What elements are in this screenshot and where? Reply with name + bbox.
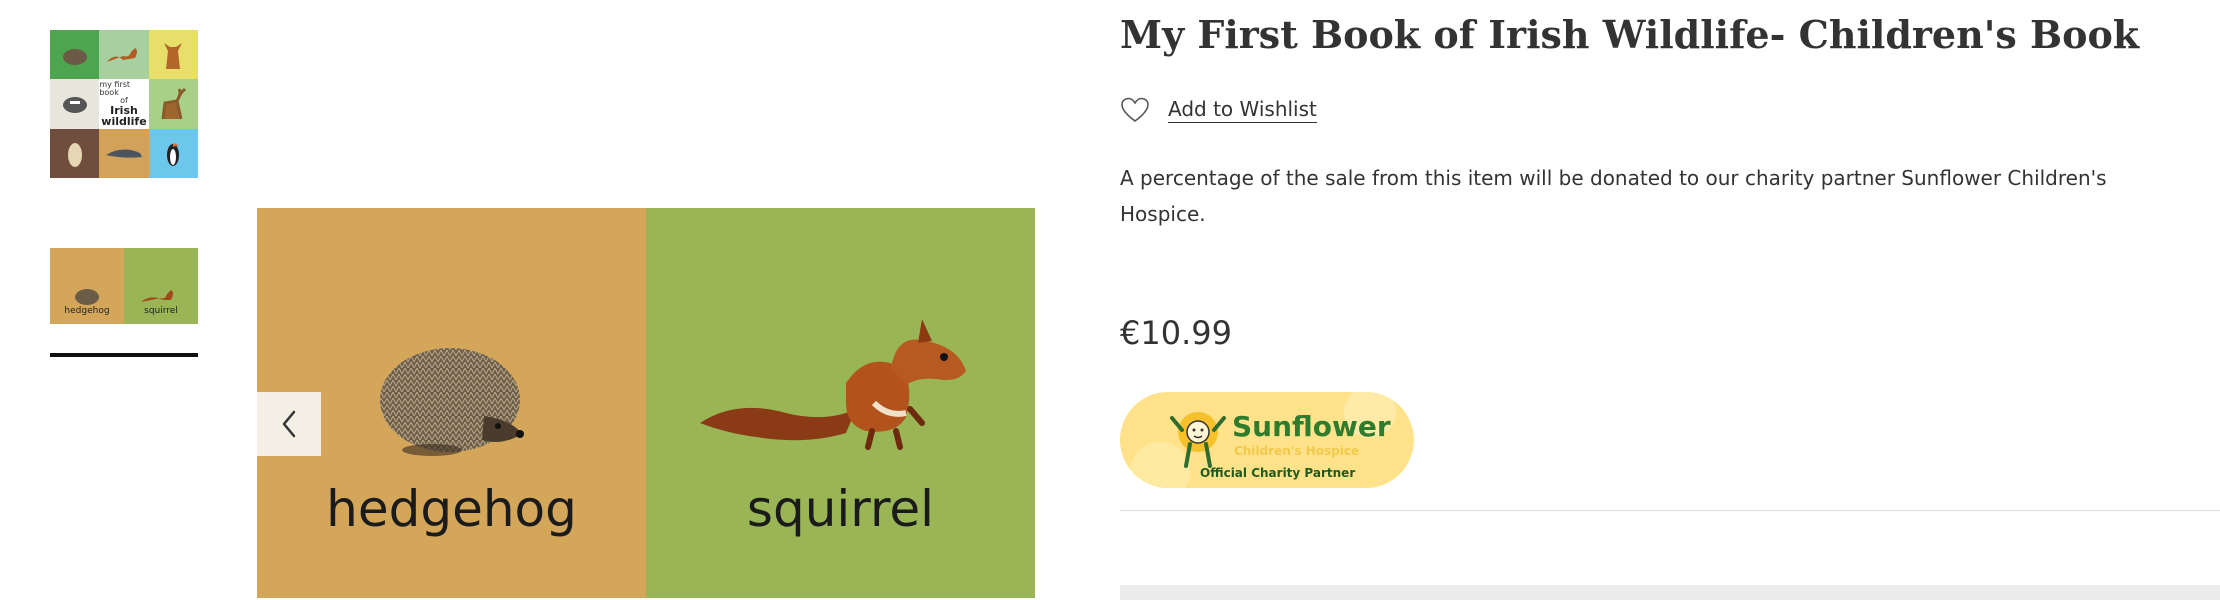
squirrel-panel: squirrel (646, 208, 1035, 598)
cover-title-tile: my first book of Irish wildlife (99, 79, 149, 129)
wishlist-label[interactable]: Add to Wishlist (1168, 97, 1317, 123)
heart-outline-icon (1121, 97, 1149, 122)
active-thumbnail-indicator (50, 353, 198, 357)
next-section-box (1120, 585, 2220, 600)
cover-small-text: my first book (99, 79, 131, 97)
cover-tile (50, 128, 100, 178)
cover-tile (148, 30, 198, 80)
section-divider (1120, 510, 2220, 511)
product-title: My First Book of Irish Wildlife- Childre… (1120, 12, 2140, 57)
previous-image-button[interactable] (257, 392, 321, 456)
thumbnail-spread[interactable]: hedgehog squirrel (50, 248, 198, 324)
thumbnail-cover[interactable]: my first book of Irish wildlife (50, 30, 198, 178)
cover-tile (50, 79, 100, 129)
hedgehog-illustration (380, 348, 524, 456)
cover-image: my first book of Irish wildlife (50, 30, 198, 178)
badge-brand: Sunflower (1232, 410, 1391, 443)
add-to-wishlist-button[interactable]: Add to Wishlist (1120, 96, 1317, 124)
hedgehog-icon (75, 289, 99, 305)
squirrel-label: squirrel (746, 480, 935, 538)
spread-thumb-left-label: hedgehog (64, 306, 110, 316)
spread-thumb-right-label: squirrel (144, 306, 178, 316)
main-product-image[interactable]: hedgehog squirrel (257, 208, 1035, 598)
cover-big-text: wildlife (101, 114, 147, 128)
badge-subtitle: Children's Hospice (1234, 444, 1360, 458)
cover-tile (99, 128, 149, 178)
chevron-left-icon (282, 410, 296, 438)
spread-thumb-left: hedgehog (50, 248, 124, 324)
product-price: €10.99 (1120, 314, 1232, 352)
cover-tile (148, 128, 198, 178)
cover-tile (50, 30, 100, 80)
charity-note: A percentage of the sale from this item … (1120, 166, 2107, 226)
badge-partner-text: Official Charity Partner (1200, 466, 1356, 480)
spread-thumbnail-image: hedgehog squirrel (50, 248, 198, 324)
squirrel-icon (141, 290, 173, 302)
cover-tile (148, 79, 198, 129)
charity-partner-badge: Sunflower Children's Hospice Official Ch… (1120, 392, 1414, 488)
cover-tile (99, 30, 149, 80)
squirrel-illustration (700, 319, 966, 450)
spread-thumb-right: squirrel (124, 248, 198, 324)
hedgehog-label: hedgehog (326, 480, 577, 538)
